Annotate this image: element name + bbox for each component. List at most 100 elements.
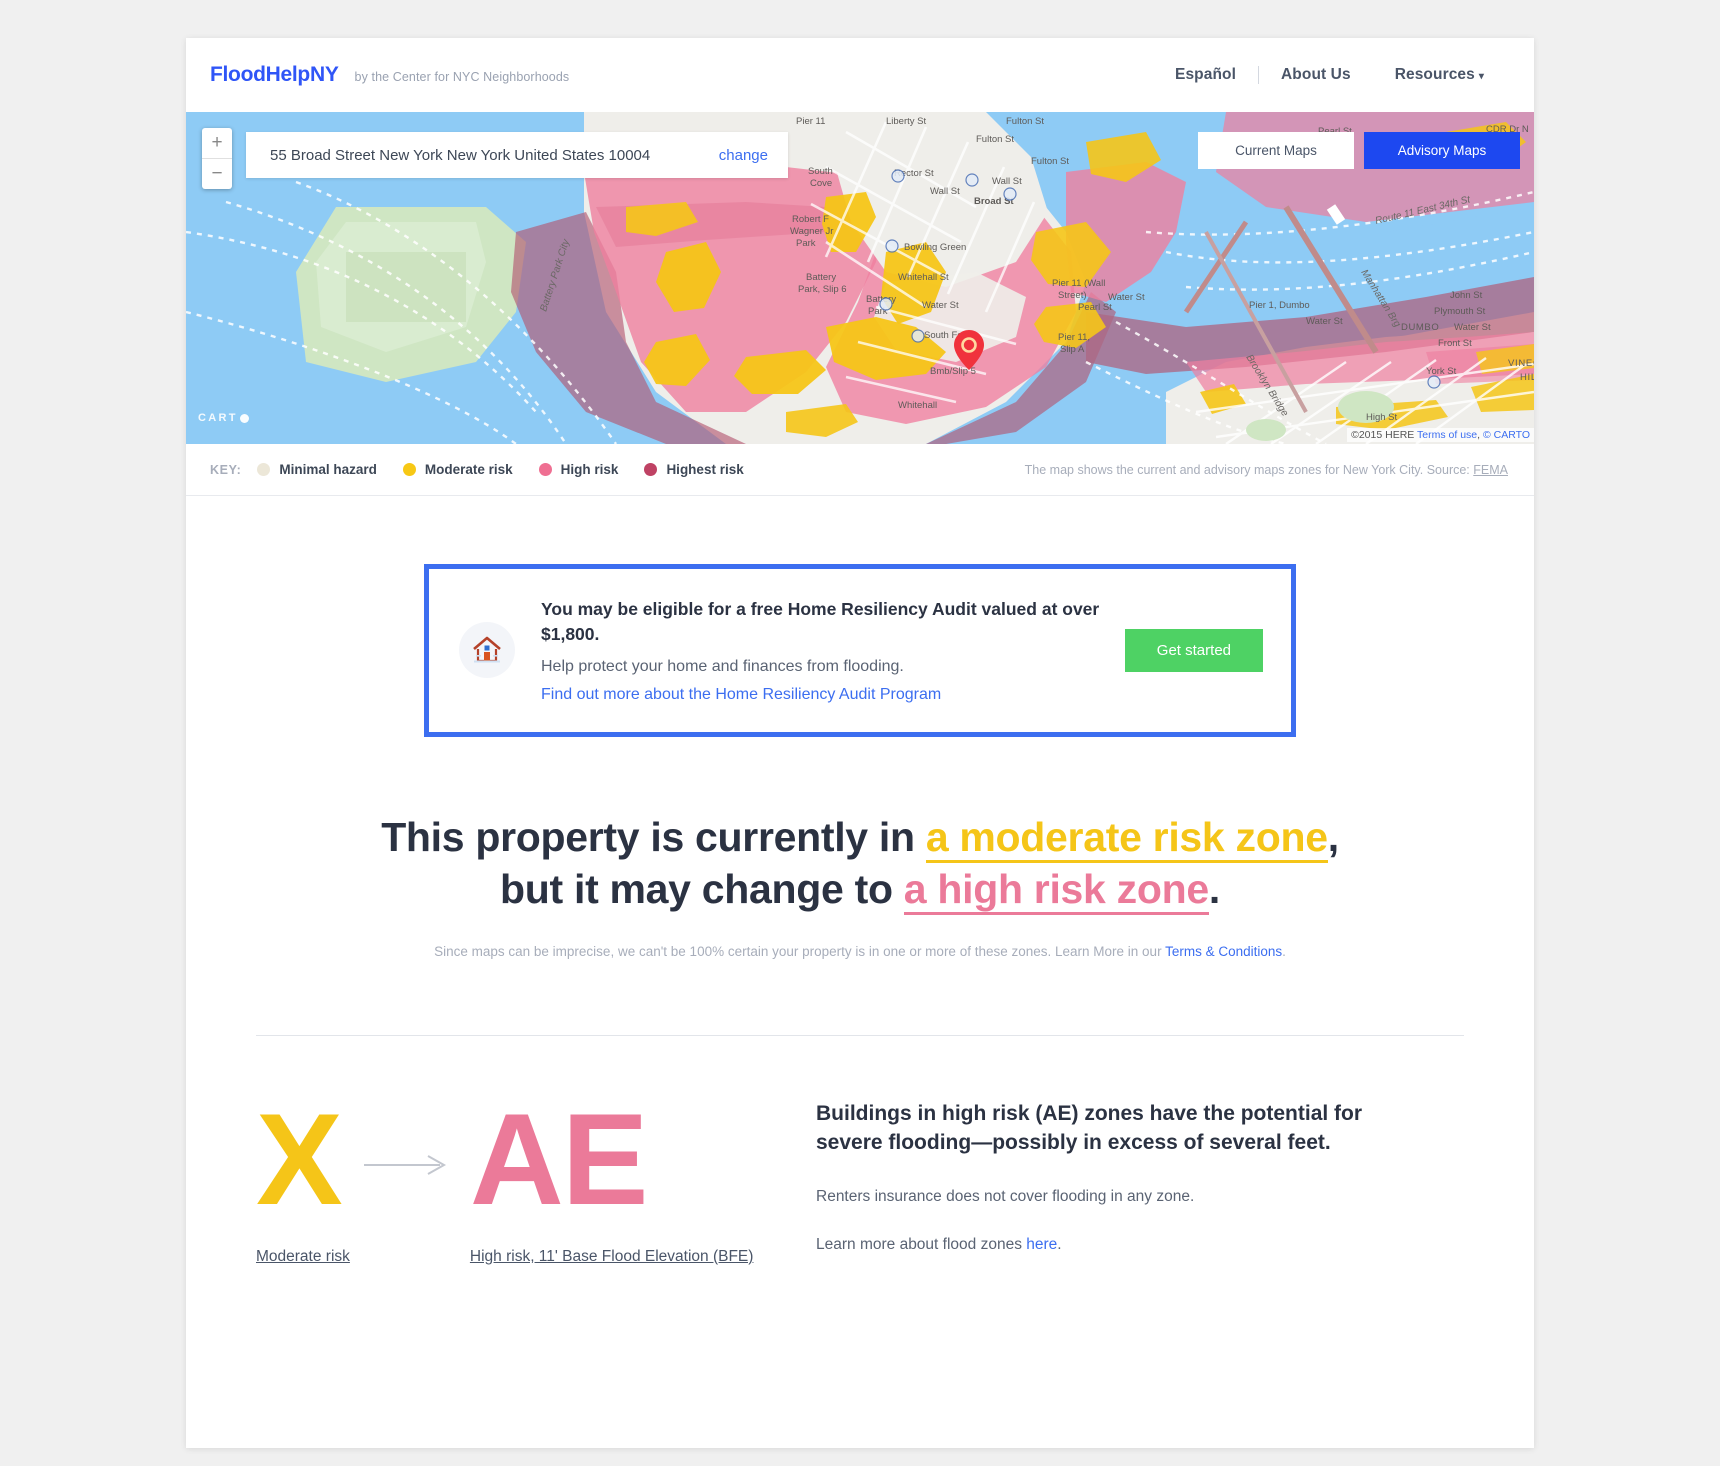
svg-text:South: South xyxy=(808,166,833,177)
nav-item-resources[interactable]: Resources ▾ xyxy=(1373,66,1506,84)
zone-to-caption[interactable]: High risk, 11' Base Flood Elevation (BFE… xyxy=(470,1248,754,1266)
svg-text:Bowling Green: Bowling Green xyxy=(904,242,966,253)
chevron-down-icon: ▾ xyxy=(1478,71,1484,82)
property-marker-icon xyxy=(954,330,984,370)
map-source-note-text: The map shows the current and advisory m… xyxy=(1024,462,1474,477)
svg-text:Wall St: Wall St xyxy=(992,176,1022,187)
svg-text:Route 11 East 34th St: Route 11 East 34th St xyxy=(1374,194,1472,227)
key-text-moderate-risk: Moderate risk xyxy=(424,462,513,477)
house-icon xyxy=(459,622,515,679)
svg-text:Wall St: Wall St xyxy=(930,186,960,197)
svg-text:Whitehall: Whitehall xyxy=(898,400,937,411)
arrow-right-icon xyxy=(363,1154,448,1181)
zone-from-caption[interactable]: Moderate risk xyxy=(256,1248,350,1266)
address-search-bar[interactable]: change xyxy=(246,132,788,178)
key-item-minimal-hazard: Minimal hazard xyxy=(257,462,377,477)
tab-advisory-maps[interactable]: Advisory Maps xyxy=(1364,132,1520,169)
zoom-in-button[interactable]: + xyxy=(202,128,232,158)
zone-from: X Moderate risk xyxy=(256,1094,350,1266)
callout-learn-more-link[interactable]: Find out more about the Home Resiliency … xyxy=(541,686,1125,704)
svg-text:DUMBO: DUMBO xyxy=(1401,322,1439,333)
brand[interactable]: FloodHelpNY by the Center for NYC Neighb… xyxy=(210,63,569,87)
svg-text:Park: Park xyxy=(796,238,816,249)
zone-comparison-section: X Moderate risk AE High risk, 11' Base F… xyxy=(186,1036,1534,1266)
svg-text:Brooklyn Bridge: Brooklyn Bridge xyxy=(1243,353,1290,419)
svg-text:York St: York St xyxy=(1426,366,1457,377)
fema-link[interactable]: FEMA xyxy=(1473,463,1508,477)
map-zoom-controls[interactable]: + − xyxy=(202,128,232,189)
headline-part-4: . xyxy=(1208,866,1220,913)
risk-headline: This property is currently in a moderate… xyxy=(256,811,1464,916)
svg-text:Pier 1, Dumbo: Pier 1, Dumbo xyxy=(1249,300,1310,311)
tab-current-maps[interactable]: Current Maps xyxy=(1198,132,1354,169)
resiliency-audit-section: You may be eligible for a free Home Resi… xyxy=(186,496,1534,737)
svg-text:Battery: Battery xyxy=(806,272,836,283)
change-address-link[interactable]: change xyxy=(719,147,768,164)
callout-body: You may be eligible for a free Home Resi… xyxy=(541,597,1125,704)
get-started-button[interactable]: Get started xyxy=(1124,628,1263,672)
flood-zones-period: . xyxy=(1057,1235,1062,1253)
zone-to: AE High risk, 11' Base Flood Elevation (… xyxy=(470,1094,754,1266)
zone-to-glyph: AE xyxy=(469,1085,649,1232)
attribution-terms-link[interactable]: Terms of use xyxy=(1417,429,1477,441)
svg-text:Water St: Water St xyxy=(1454,322,1491,333)
flood-help-ny-page: FloodHelpNY by the Center for NYC Neighb… xyxy=(186,38,1534,1448)
map-attribution: ©2015 HERE Terms of use, © CARTO xyxy=(1347,428,1534,442)
callout-title: You may be eligible for a free Home Resi… xyxy=(541,599,1100,645)
resiliency-audit-callout: You may be eligible for a free Home Resi… xyxy=(424,564,1296,737)
callout-subtitle: Help protect your home and finances from… xyxy=(541,657,904,675)
attribution-carto-link[interactable]: © CARTO xyxy=(1483,429,1530,441)
address-input[interactable] xyxy=(268,145,719,165)
key-swatch-high-risk xyxy=(538,463,552,476)
svg-text:Plymouth St: Plymouth St xyxy=(1434,306,1486,317)
flood-map[interactable]: Pier 11 Liberty St Fulton St Fulton St F… xyxy=(186,112,1534,444)
nav-item-resources-label: Resources xyxy=(1394,66,1475,83)
zone-from-glyph: X xyxy=(256,1085,343,1232)
svg-text:Street): Street) xyxy=(1058,290,1087,301)
key-text-minimal-hazard: Minimal hazard xyxy=(279,462,377,477)
carto-logo: CART xyxy=(198,412,249,424)
nav-item-espanol[interactable]: Español xyxy=(1153,66,1258,84)
zoom-out-button[interactable]: − xyxy=(202,158,232,189)
map-source-note: The map shows the current and advisory m… xyxy=(1025,463,1508,477)
nav-item-about-us[interactable]: About Us xyxy=(1259,66,1373,84)
svg-text:VINEGAR: VINEGAR xyxy=(1508,358,1534,369)
svg-text:Slip A: Slip A xyxy=(1060,344,1085,355)
svg-text:Pearl St: Pearl St xyxy=(1078,302,1112,313)
svg-text:Robert F: Robert F xyxy=(792,214,829,225)
svg-text:High St: High St xyxy=(1366,412,1398,423)
flood-zones-here-link[interactable]: here xyxy=(1026,1236,1057,1253)
key-item-moderate-risk: Moderate risk xyxy=(402,462,513,477)
brand-logo[interactable]: FloodHelpNY xyxy=(210,63,339,87)
map-mode-toggle[interactable]: Current Maps Advisory Maps xyxy=(1198,132,1520,169)
key-swatch-highest-risk xyxy=(644,463,658,476)
key-label: KEY: xyxy=(210,462,242,477)
svg-text:Fulton St: Fulton St xyxy=(1006,116,1044,127)
risk-headline-section: This property is currently in a moderate… xyxy=(186,737,1534,959)
svg-text:Wagner Jr: Wagner Jr xyxy=(790,226,833,237)
headline-part-2: , xyxy=(1327,813,1339,860)
attribution-here: ©2015 HERE xyxy=(1351,429,1418,441)
headline-part-3: but it may change to xyxy=(500,866,904,913)
zone-description-paragraph-1: Renters insurance does not cover floodin… xyxy=(816,1187,1195,1205)
site-header: FloodHelpNY by the Center for NYC Neighb… xyxy=(186,38,1534,112)
carto-logo-text: CART xyxy=(198,412,238,424)
svg-text:Pier 11 (Wall: Pier 11 (Wall xyxy=(1052,278,1105,289)
headline-high-phrase[interactable]: a high risk zone xyxy=(903,866,1209,916)
key-item-high-risk: High risk xyxy=(538,462,618,477)
key-item-highest-risk: Highest risk xyxy=(644,462,744,477)
svg-text:Front St: Front St xyxy=(1438,338,1472,349)
svg-text:Pier 11: Pier 11 xyxy=(796,116,825,127)
terms-conditions-link[interactable]: Terms & Conditions xyxy=(1165,944,1282,959)
key-swatch-minimal-hazard xyxy=(257,463,271,476)
risk-disclaimer: Since maps can be imprecise, we can't be… xyxy=(256,944,1464,959)
headline-moderate-phrase[interactable]: a moderate risk zone xyxy=(925,813,1328,863)
flood-zones-text: Learn more about flood zones xyxy=(816,1235,1027,1253)
svg-text:Liberty St: Liberty St xyxy=(886,116,926,127)
brand-tagline: by the Center for NYC Neighborhoods xyxy=(354,70,570,84)
disclaimer-end: . xyxy=(1282,943,1286,959)
svg-text:Fulton St: Fulton St xyxy=(976,134,1014,145)
svg-text:Manhattan Brg: Manhattan Brg xyxy=(1358,268,1402,330)
house-icon-glyph xyxy=(473,637,501,663)
carto-logo-dot xyxy=(239,413,249,423)
